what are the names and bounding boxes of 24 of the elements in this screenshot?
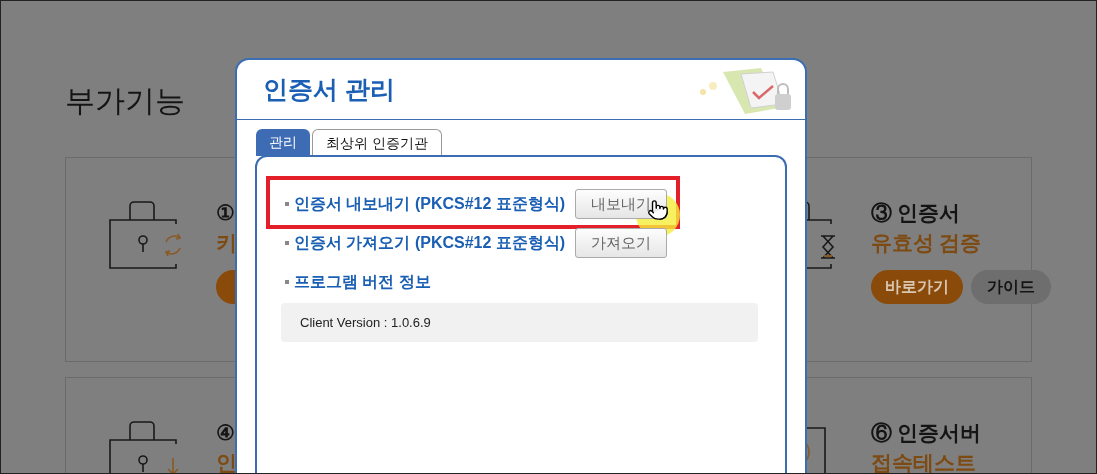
guide-button[interactable]: 가이드 bbox=[970, 270, 1051, 304]
card-subtitle: 유효성 검증 bbox=[870, 230, 982, 256]
page-title: 부가기능 bbox=[65, 83, 185, 119]
card-title: ⑥ 인증서버 bbox=[870, 420, 982, 446]
item-label: 프로그램 버전 정보 bbox=[294, 272, 431, 292]
card-subtitle: 인 bbox=[216, 450, 237, 473]
tab[interactable]: 최상위 인증기관 bbox=[312, 129, 442, 156]
card-title: ① bbox=[216, 200, 235, 226]
bullet-icon bbox=[285, 202, 289, 206]
go-button[interactable]: 바로가기 bbox=[870, 270, 963, 304]
bullet-icon bbox=[285, 241, 289, 245]
tab[interactable]: 관리 bbox=[256, 129, 310, 156]
bullet-icon bbox=[285, 280, 289, 284]
card-title: ④ bbox=[216, 420, 235, 446]
item-label: 인증서 내보내기 (PKCS#12 표준형식) bbox=[294, 194, 566, 214]
card-subtitle: 키 bbox=[216, 230, 237, 256]
version-text: Client Version : 1.0.6.9 bbox=[300, 313, 431, 332]
action-button[interactable]: 가져오기 bbox=[575, 228, 668, 258]
card-title: ③ 인증서 bbox=[870, 200, 961, 226]
card-subtitle: 접속테스트 bbox=[870, 450, 976, 473]
pointer-cursor-icon bbox=[647, 199, 669, 221]
item-label: 인증서 가져오기 (PKCS#12 표준형식) bbox=[294, 233, 566, 253]
dialog-title: 인증서 관리 bbox=[263, 73, 395, 105]
action-button[interactable]: 내보내기 bbox=[575, 189, 668, 219]
